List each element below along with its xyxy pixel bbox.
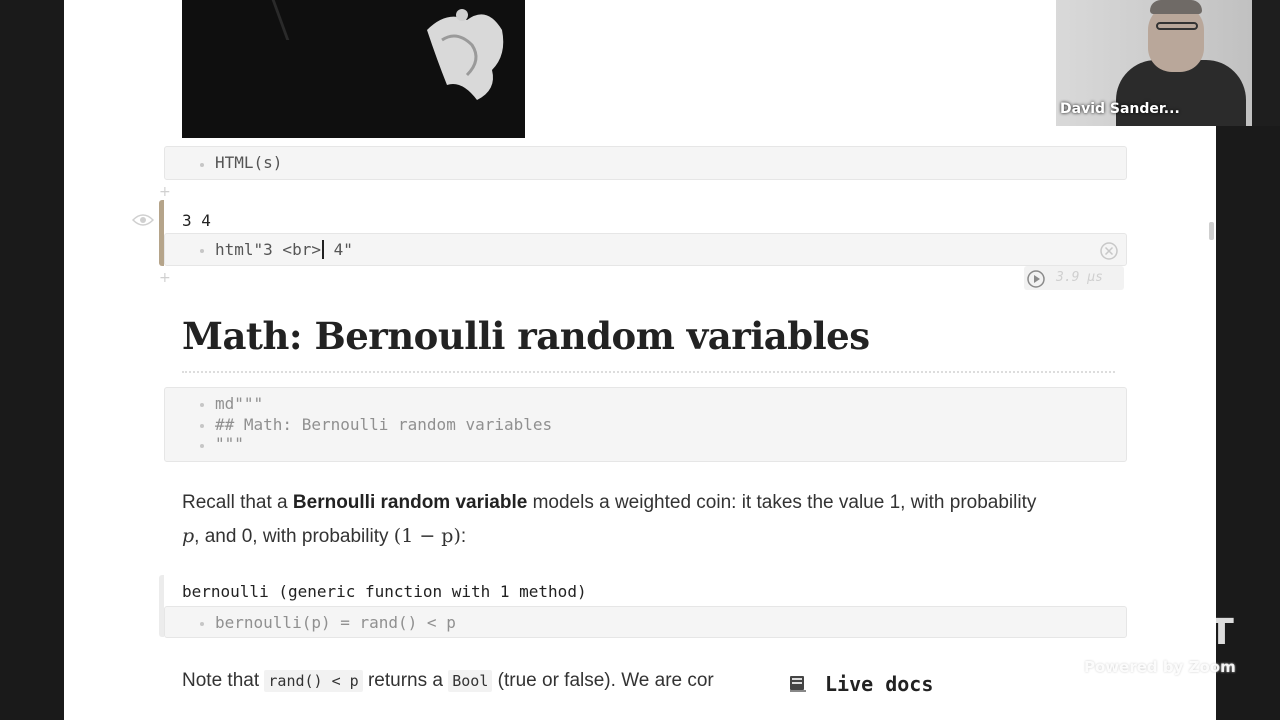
add-cell-plus[interactable]: + — [159, 184, 171, 200]
code-md-line-2[interactable]: ## Math: Bernoulli random variables — [215, 415, 552, 434]
inline-code-bool: Bool — [448, 670, 493, 692]
participant-video[interactable]: David Sander... — [1056, 0, 1280, 126]
close-icon[interactable] — [1099, 241, 1119, 261]
inline-code-rand: rand() < p — [264, 670, 363, 692]
participant-name: David Sander... — [1060, 101, 1180, 117]
bold-term: Bernoulli random variable — [292, 492, 528, 513]
code-md-line-1[interactable]: md""" — [215, 394, 263, 413]
heading-divider — [182, 371, 1115, 373]
code-cell-bernoulli[interactable]: bernoulli(p) = rand() < p — [164, 606, 1127, 638]
scrollbar-thumb[interactable] — [1209, 222, 1214, 240]
math-one-minus-p: (1 − p) — [393, 525, 461, 547]
book-icon — [790, 676, 806, 692]
code-cell-html-s[interactable]: HTML(s) — [164, 146, 1127, 180]
paragraph-bernoulli-line-2: p, and 0, with probability (1 − p): — [182, 525, 467, 547]
notebook-page: HTML(s) + 3 4 html"3 <br> 4" 3.9 μs + Ma… — [64, 0, 1216, 720]
image-output — [182, 0, 525, 138]
mit-logo: MIT — [1156, 612, 1236, 653]
code-html-br[interactable]: html"3 <br> 4" — [215, 240, 353, 259]
section-heading: Math: Bernoulli random variables — [182, 314, 870, 358]
left-dark-margin — [0, 0, 64, 720]
run-icon[interactable] — [1026, 269, 1046, 289]
zoom-watermark: Powered by Zoom — [1084, 658, 1236, 676]
code-md-line-3[interactable]: """ — [215, 434, 244, 453]
code-bernoulli[interactable]: bernoulli(p) = rand() < p — [215, 613, 456, 632]
code-before-cursor: html"3 <br> — [215, 240, 321, 259]
code-after-cursor: 4" — [323, 240, 353, 259]
code-cell-html-br-editor[interactable]: html"3 <br> 4" — [164, 233, 1127, 266]
live-docs-label[interactable]: Live docs — [825, 672, 933, 696]
runtime-label: 3.9 μs — [1056, 270, 1103, 285]
code-cell-markdown[interactable]: md""" ## Math: Bernoulli random variable… — [164, 387, 1127, 462]
code-html-s[interactable]: HTML(s) — [215, 153, 282, 172]
paragraph-note: Note that rand() < p returns a Bool (tru… — [182, 670, 714, 692]
paragraph-bernoulli-line-1: Recall that a Bernoulli random variable … — [182, 492, 1037, 513]
add-cell-plus[interactable]: + — [159, 270, 171, 286]
math-p: p — [182, 525, 195, 547]
eye-icon[interactable] — [132, 212, 154, 228]
